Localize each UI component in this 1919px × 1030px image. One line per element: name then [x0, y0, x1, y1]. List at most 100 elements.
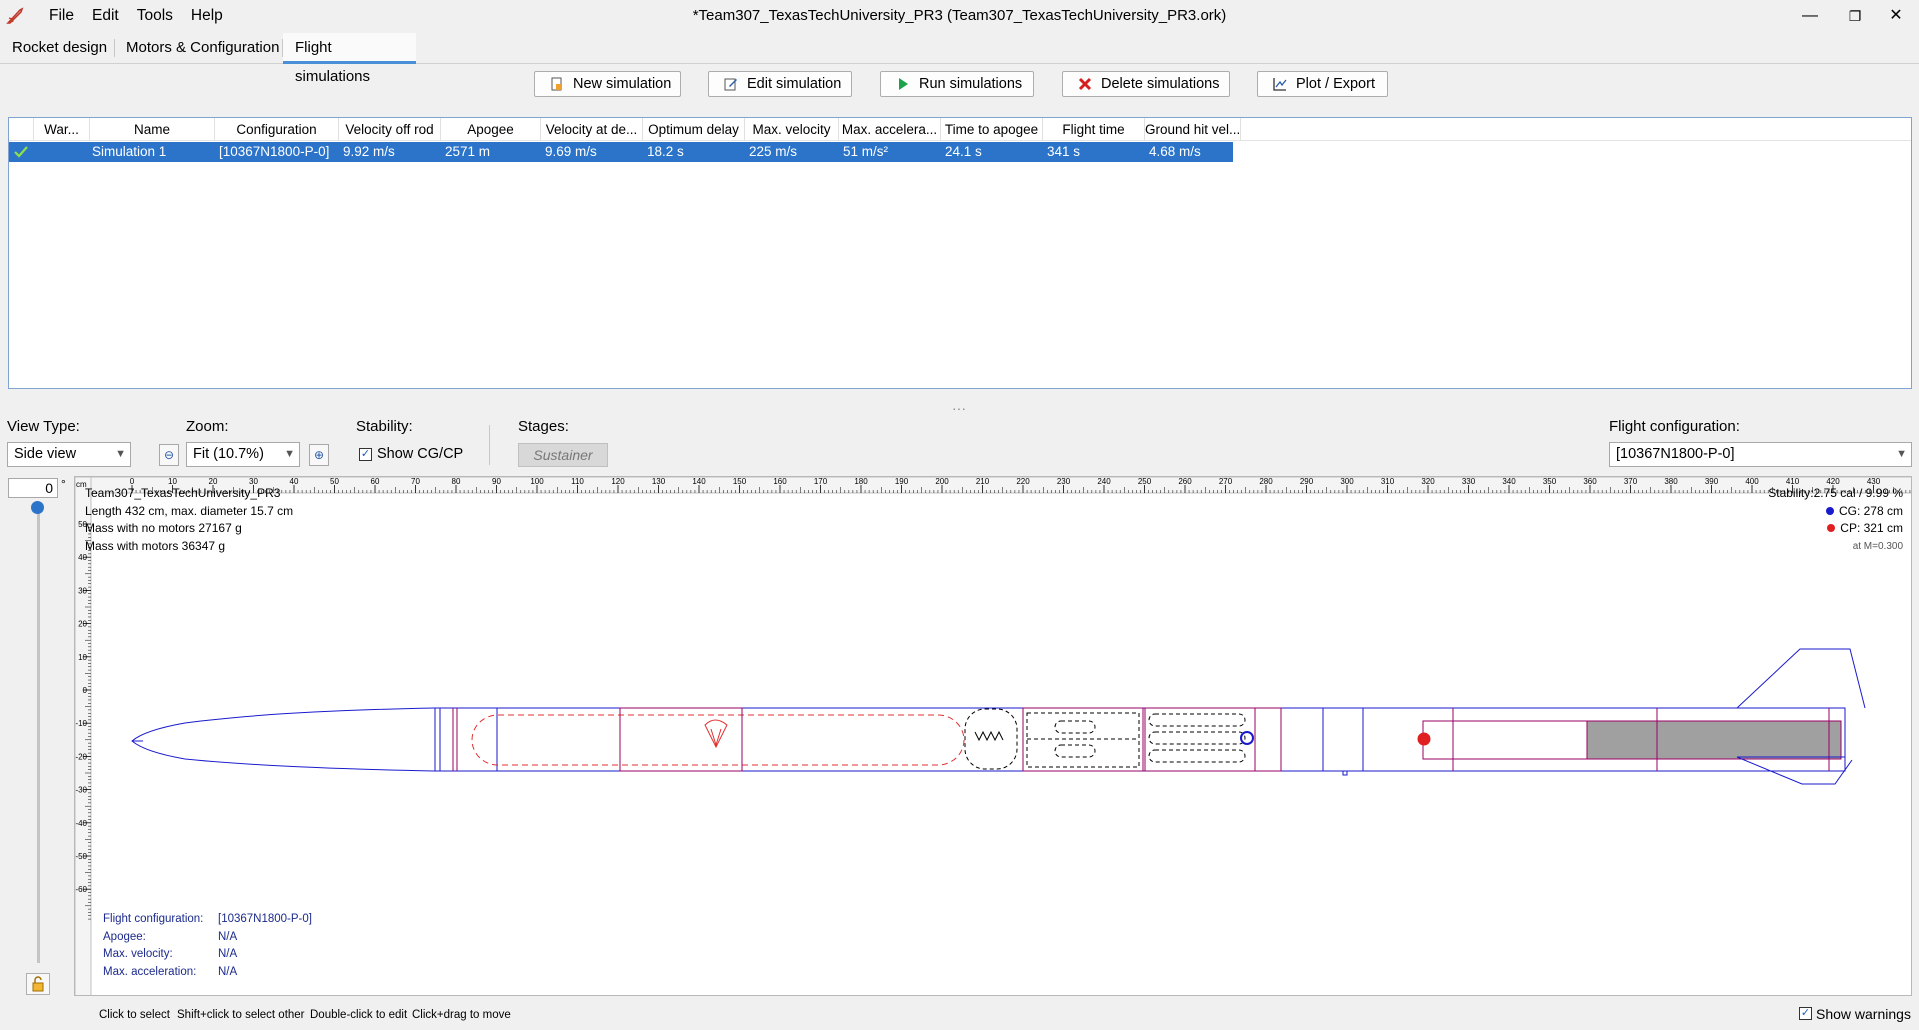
column-header-name[interactable]: Name: [90, 118, 215, 141]
drogue-part: [1148, 749, 1246, 763]
column-header-status[interactable]: [9, 118, 34, 141]
minimize-button[interactable]: —: [1787, 4, 1833, 28]
tab-flight-simulations[interactable]: Flight simulations: [283, 33, 416, 85]
x-tick-label: 220: [1016, 477, 1030, 486]
column-header-velocity-off-rod[interactable]: Velocity off rod: [339, 118, 441, 141]
cg-value: CG: 278 cm: [1838, 503, 1903, 518]
cp-value: CP: 321 cm: [1840, 521, 1903, 535]
x-tick-label: 80: [452, 477, 461, 486]
rocket-info: Team307_TexasTechUniversity_PR3 Length 4…: [85, 485, 293, 555]
column-header-ground-hit-velocity[interactable]: Ground hit vel...: [1145, 118, 1241, 141]
centering-ring[interactable]: [1322, 707, 1364, 772]
zoom-in-button[interactable]: ⊕: [309, 444, 329, 466]
chevron-down-icon: ▼: [284, 448, 295, 460]
new-simulation-button[interactable]: New simulation: [534, 71, 681, 97]
apogee-val: N/A: [218, 930, 238, 943]
max-acceleration-val: N/A: [218, 965, 238, 978]
plot-export-button[interactable]: Plot / Export: [1257, 71, 1388, 97]
hint-click-drag: Click+drag to move: [412, 1009, 511, 1021]
chart-icon: [1273, 78, 1287, 91]
x-tick-label: 350: [1543, 477, 1557, 486]
x-tick-label: 280: [1259, 477, 1273, 486]
column-header-warnings[interactable]: War...: [34, 118, 90, 141]
x-tick-label: 150: [733, 477, 747, 486]
new-document-icon: [551, 77, 562, 91]
x-tick-label: 240: [1097, 477, 1111, 486]
cg-marker[interactable]: [1240, 731, 1254, 745]
shock-cord[interactable]: [964, 708, 1018, 770]
rocket-figure-canvas[interactable]: cm 0 10 20 30 40 50 60 70 80 90 100 110 120 130 140 150 1…: [74, 476, 1912, 996]
column-header-time-to-apogee[interactable]: Time to apogee: [941, 118, 1043, 141]
x-tick-label: 50: [330, 477, 339, 486]
flight-config-key: Flight configuration:: [103, 913, 204, 925]
hint-shift-click: Shift+click to select other: [177, 1009, 305, 1021]
rocket-length: Length 432 cm, max. diameter 15.7 cm: [85, 503, 294, 518]
nose-cone[interactable]: [131, 707, 441, 772]
zoom-select[interactable]: Fit (10.7%) ▼: [186, 442, 300, 467]
y-tick-label: -30: [75, 786, 87, 795]
transition-coupler[interactable]: [434, 707, 498, 772]
fin-set[interactable]: [1736, 648, 1866, 709]
show-warnings-checkbox[interactable]: ✓: [1799, 1007, 1812, 1020]
show-cgcp-checkbox[interactable]: ✓: [359, 448, 372, 461]
rotation-slider-handle[interactable]: [31, 501, 44, 514]
flight-configuration-value: [10367N1800-P-0]: [1616, 446, 1735, 462]
parachute-icon: [704, 719, 728, 749]
edit-simulation-button[interactable]: Edit simulation: [708, 71, 852, 97]
velocity-at-deployment-cell: 9.69 m/s: [545, 144, 597, 159]
x-tick-label: 190: [895, 477, 909, 486]
zoom-value: Fit (10.7%): [193, 446, 264, 462]
column-header-optimum-delay[interactable]: Optimum delay: [643, 118, 745, 141]
run-simulations-button[interactable]: Run simulations: [880, 71, 1034, 97]
window-title: *Team307_TexasTechUniversity_PR3 (Team30…: [692, 7, 1227, 24]
x-tick-label: 310: [1381, 477, 1395, 486]
x-tick-label: 270: [1219, 477, 1233, 486]
zoom-out-button[interactable]: ⊖: [159, 444, 179, 466]
panel-splitter[interactable]: ···: [952, 400, 966, 416]
x-tick-label: 60: [371, 477, 380, 486]
rotation-angle-input[interactable]: 0: [8, 478, 58, 498]
y-tick-label: 20: [78, 620, 87, 629]
shock-cord-icon: [974, 730, 1004, 742]
flight-configuration-select[interactable]: [10367N1800-P-0] ▼: [1609, 442, 1912, 467]
column-header-flight-time[interactable]: Flight time: [1043, 118, 1145, 141]
table-row[interactable]: Simulation 1 [10367N1800-P-0] 9.92 m/s 2…: [9, 142, 1233, 162]
y-tick-label: 0: [83, 686, 88, 695]
restore-button[interactable]: ❐: [1832, 4, 1878, 28]
coupler[interactable]: [1254, 707, 1282, 772]
tab-motors-configuration[interactable]: Motors & Configuration: [114, 33, 291, 64]
column-header-apogee[interactable]: Apogee: [441, 118, 541, 141]
simulation-table[interactable]: War... Name Configuration Velocity off r…: [8, 117, 1912, 389]
column-header-max-velocity[interactable]: Max. velocity: [745, 118, 839, 141]
parachute-tube[interactable]: [619, 707, 743, 772]
mass-no-motors: Mass with no motors 27167 g: [85, 521, 242, 535]
status-cell: [10, 142, 32, 162]
av-part: [1054, 720, 1096, 734]
main-tabs: Rocket design Motors & Configuration Fli…: [0, 33, 1919, 85]
configuration-cell: [10367N1800-P-0]: [219, 144, 330, 159]
column-header-configuration[interactable]: Configuration: [215, 118, 339, 141]
apogee-cell: 2571 m: [445, 144, 491, 159]
x-tick-label: 200: [935, 477, 949, 486]
rotation-slider[interactable]: [37, 508, 40, 963]
rocket-figure[interactable]: cm 0 10 20 30 40 50 60 70 80 90 100 110 120 130 140 150 1…: [75, 477, 1912, 996]
close-button[interactable]: ✕: [1873, 4, 1919, 28]
lock-button[interactable]: [26, 973, 50, 995]
delete-icon: [1078, 77, 1092, 91]
x-tick-label: 300: [1340, 477, 1354, 486]
rocket-side-view[interactable]: [131, 648, 1866, 785]
stability-info: Stability:2.75 cal / 9.99 % CG: 278 cm C…: [1768, 485, 1903, 555]
column-header-max-acceleration[interactable]: Max. accelera...: [839, 118, 941, 141]
y-tick-label: -10: [75, 719, 87, 728]
delete-simulations-button[interactable]: Delete simulations: [1062, 71, 1230, 97]
tab-rocket-design[interactable]: Rocket design: [0, 33, 119, 64]
max-velocity-key: Max. velocity:: [103, 948, 173, 960]
max-velocity-cell: 225 m/s: [749, 144, 798, 159]
velocity-off-rod-cell: 9.92 m/s: [343, 144, 395, 159]
motor[interactable]: [1586, 720, 1842, 760]
view-type-select[interactable]: Side view ▼: [7, 442, 131, 467]
sustainer-stage-button[interactable]: Sustainer: [518, 443, 608, 467]
cp-marker[interactable]: [1417, 732, 1431, 746]
y-tick-label: -40: [75, 819, 87, 828]
column-header-velocity-at-deployment[interactable]: Velocity at de...: [541, 118, 643, 141]
